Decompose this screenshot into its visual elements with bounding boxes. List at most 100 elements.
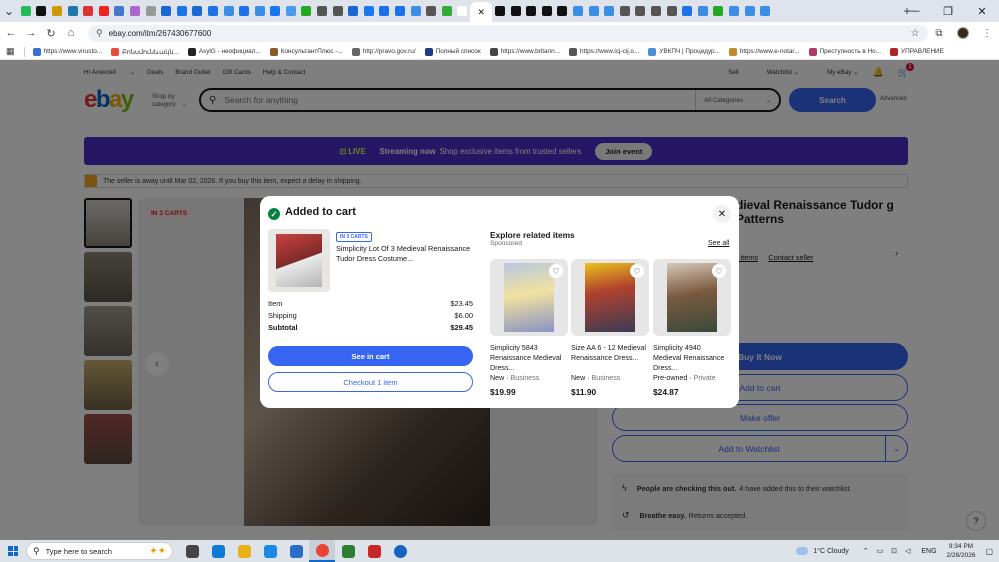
maximize-icon[interactable]: ❐ xyxy=(931,0,965,22)
browser-tab[interactable] xyxy=(299,2,315,20)
bookmark-item[interactable]: УПРАВЛЕНИЕ xyxy=(890,47,944,56)
site-info-icon[interactable]: ⚲ xyxy=(96,28,103,39)
browser-tab[interactable] xyxy=(492,2,508,20)
cart-item-image[interactable] xyxy=(268,229,330,292)
browser-tab[interactable] xyxy=(96,2,112,20)
browser-tab[interactable] xyxy=(80,2,96,20)
heart-icon[interactable]: ♡ xyxy=(712,264,726,278)
browser-tab[interactable] xyxy=(633,2,649,20)
browser-tab[interactable] xyxy=(49,2,65,20)
see-all-link[interactable]: See all xyxy=(708,240,729,247)
browser-tab[interactable] xyxy=(726,2,742,20)
browser-tab[interactable] xyxy=(601,2,617,20)
bookmark-item[interactable]: https://www.e-notar... xyxy=(728,47,800,56)
heart-icon[interactable]: ♡ xyxy=(630,264,644,278)
start-button[interactable] xyxy=(0,540,26,562)
home-icon[interactable]: ⌂ xyxy=(62,24,80,42)
taskbar-app-icon[interactable] xyxy=(179,540,205,562)
bookmark-item[interactable]: КонсультантПлюс -... xyxy=(269,47,343,56)
browser-tab[interactable] xyxy=(34,2,50,20)
taskbar-app-icon[interactable] xyxy=(387,540,413,562)
browser-tab[interactable] xyxy=(555,2,571,20)
active-browser-tab[interactable]: ✕ xyxy=(470,2,493,22)
related-item-card[interactable]: ♡ Size AA 6 - 12 Medieval Renaissance Dr… xyxy=(571,259,649,397)
browser-tab[interactable] xyxy=(143,2,159,20)
menu-icon[interactable]: ⋮ xyxy=(975,28,999,39)
heart-icon[interactable]: ♡ xyxy=(549,264,563,278)
see-in-cart-button[interactable]: See in cart xyxy=(268,346,473,366)
bookmark-item[interactable]: http://pravo.gov.ru/ xyxy=(351,47,416,56)
bookmark-item[interactable]: Բոնսմունևակն... xyxy=(111,47,179,56)
browser-tab[interactable] xyxy=(570,2,586,20)
taskbar-app-icon[interactable] xyxy=(205,540,231,562)
notifications-icon[interactable]: ▢ xyxy=(985,547,993,556)
related-item-card[interactable]: ♡ Simplicity 4940 Medieval Renaissance D… xyxy=(653,259,731,397)
browser-tab[interactable] xyxy=(742,2,758,20)
checkout-button[interactable]: Checkout 1 item xyxy=(268,372,473,392)
bookmark-item[interactable]: https://www.virusto... xyxy=(32,47,102,56)
profile-avatar[interactable] xyxy=(951,27,975,39)
weather-widget[interactable]: 1°C Cloudy xyxy=(796,547,849,555)
address-bar[interactable]: ⚲ ebay.com/itm/267430677600 xyxy=(88,24,928,42)
language-indicator[interactable]: ENG xyxy=(921,548,936,555)
taskbar-app-icon[interactable] xyxy=(361,540,387,562)
browser-tab[interactable] xyxy=(112,2,128,20)
taskbar-app-icon[interactable] xyxy=(231,540,257,562)
browser-tab[interactable] xyxy=(695,2,711,20)
taskbar-app-icon[interactable] xyxy=(283,540,309,562)
bookmark-star-icon[interactable]: ☆ xyxy=(903,28,927,39)
browser-tab[interactable] xyxy=(268,2,284,20)
bookmark-item[interactable]: https://www.icj-cij.o... xyxy=(568,47,639,56)
bookmark-item[interactable]: Полный список xyxy=(424,47,481,56)
browser-tab[interactable] xyxy=(127,2,143,20)
reload-icon[interactable]: ↻ xyxy=(42,24,60,42)
browser-tab[interactable] xyxy=(423,2,439,20)
minimize-icon[interactable]: — xyxy=(897,0,931,22)
tab-search-icon[interactable]: ⌄ xyxy=(0,2,18,20)
bookmark-item[interactable]: УВКПЧ | Процедур... xyxy=(648,47,720,56)
bookmark-item[interactable]: AsylG - неофициал... xyxy=(187,47,261,56)
browser-tab[interactable] xyxy=(757,2,773,20)
browser-tab[interactable] xyxy=(439,2,455,20)
browser-tab[interactable] xyxy=(361,2,377,20)
browser-tab[interactable] xyxy=(586,2,602,20)
browser-tab[interactable] xyxy=(158,2,174,20)
browser-tab[interactable] xyxy=(617,2,633,20)
browser-tab[interactable] xyxy=(236,2,252,20)
taskbar-app-icon[interactable] xyxy=(335,540,361,562)
browser-tab[interactable] xyxy=(190,2,206,20)
browser-tab[interactable] xyxy=(221,2,237,20)
taskbar-app-icon[interactable] xyxy=(257,540,283,562)
browser-tab[interactable] xyxy=(711,2,727,20)
browser-tab[interactable] xyxy=(508,2,524,20)
browser-tab[interactable] xyxy=(664,2,680,20)
tray-icons[interactable]: ⌃ ▭ ⊡ ◁ xyxy=(863,547,914,555)
forward-icon[interactable]: → xyxy=(22,24,40,42)
browser-tab[interactable] xyxy=(345,2,361,20)
browser-tab[interactable] xyxy=(648,2,664,20)
browser-tab[interactable] xyxy=(377,2,393,20)
bookmark-item[interactable]: Преступность в Но... xyxy=(808,47,881,56)
close-icon[interactable]: ✕ xyxy=(713,205,731,223)
browser-tab[interactable] xyxy=(679,2,695,20)
browser-tab[interactable] xyxy=(408,2,424,20)
close-window-icon[interactable]: ✕ xyxy=(965,0,999,22)
bookmark-item[interactable]: https://www.britann... xyxy=(489,47,560,56)
browser-tab[interactable] xyxy=(455,2,471,20)
back-icon[interactable]: ← xyxy=(2,24,20,42)
browser-tab[interactable] xyxy=(392,2,408,20)
browser-tab[interactable] xyxy=(174,2,190,20)
browser-tab[interactable] xyxy=(523,2,539,20)
related-item-card[interactable]: ♡ Simplicity 5843 Renaissance Medieval D… xyxy=(490,259,568,397)
browser-tab[interactable] xyxy=(205,2,221,20)
browser-tab[interactable] xyxy=(283,2,299,20)
taskbar-search[interactable]: ⚲ Type here to search ✦✦ xyxy=(26,542,173,560)
browser-tab[interactable] xyxy=(330,2,346,20)
extensions-icon[interactable]: ⧉ xyxy=(927,28,951,39)
browser-tab[interactable] xyxy=(314,2,330,20)
apps-icon[interactable]: ▦ xyxy=(6,46,15,57)
cart-item-title[interactable]: Simplicity Lot Of 3 Medieval Renaissance… xyxy=(336,244,471,264)
browser-tab[interactable] xyxy=(65,2,81,20)
browser-tab[interactable] xyxy=(539,2,555,20)
close-tab-icon[interactable]: ✕ xyxy=(477,7,485,18)
